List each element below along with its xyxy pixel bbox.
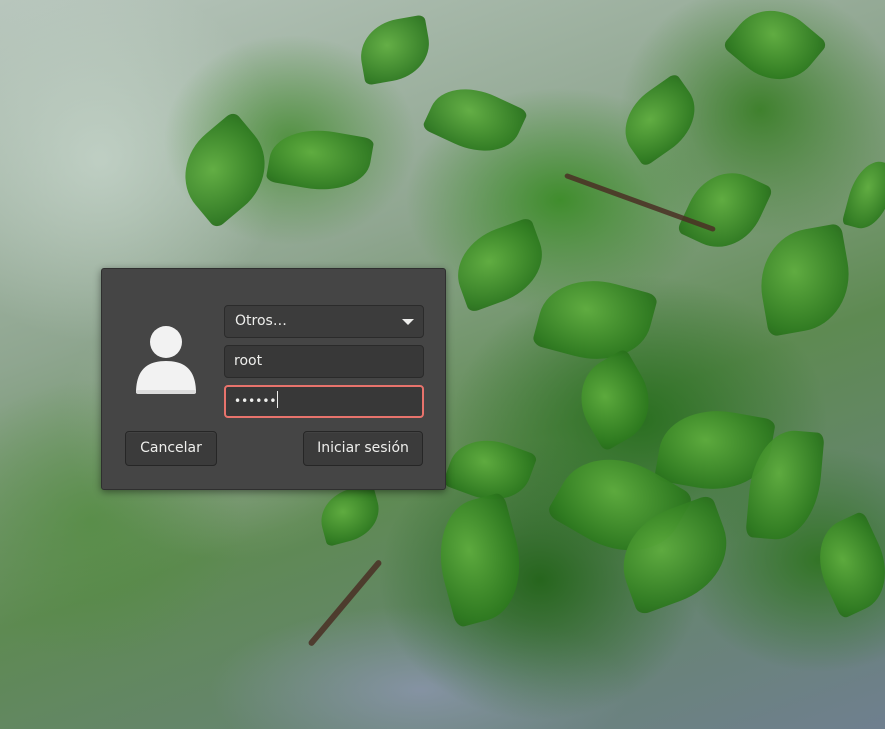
login-dialog: Otros… root •••••• Cancelar Iniciar sesi… bbox=[101, 268, 446, 490]
username-value: root bbox=[234, 353, 263, 369]
user-avatar-icon bbox=[134, 325, 198, 397]
wallpaper-leaf bbox=[314, 483, 386, 547]
text-caret bbox=[277, 391, 279, 408]
wallpaper-leaf bbox=[610, 72, 710, 168]
wallpaper-leaf bbox=[421, 73, 529, 167]
wallpaper-leaf bbox=[676, 158, 774, 262]
wallpaper-leaf bbox=[752, 222, 858, 338]
chevron-down-icon bbox=[402, 319, 414, 325]
wallpaper-stem bbox=[307, 558, 383, 648]
wallpaper-leaf bbox=[564, 347, 666, 453]
wallpaper-leaf bbox=[804, 510, 885, 620]
username-field[interactable]: root bbox=[224, 345, 424, 378]
wallpaper-leaf bbox=[721, 0, 829, 98]
wallpaper-leaf bbox=[425, 491, 535, 629]
wallpaper-leaf bbox=[355, 14, 435, 86]
user-select-value: Otros… bbox=[235, 313, 287, 329]
login-button[interactable]: Iniciar sesión bbox=[303, 431, 423, 466]
wallpaper-leaf bbox=[531, 267, 659, 373]
wallpaper-leaf bbox=[841, 156, 885, 234]
password-masked-value: •••••• bbox=[234, 394, 277, 408]
wallpaper-leaf bbox=[265, 121, 375, 199]
desktop-background: Otros… root •••••• Cancelar Iniciar sesi… bbox=[0, 0, 885, 729]
password-field[interactable]: •••••• bbox=[224, 385, 424, 418]
user-select-dropdown[interactable]: Otros… bbox=[224, 305, 424, 338]
cancel-button[interactable]: Cancelar bbox=[125, 431, 217, 466]
wallpaper-leaf bbox=[445, 216, 555, 314]
